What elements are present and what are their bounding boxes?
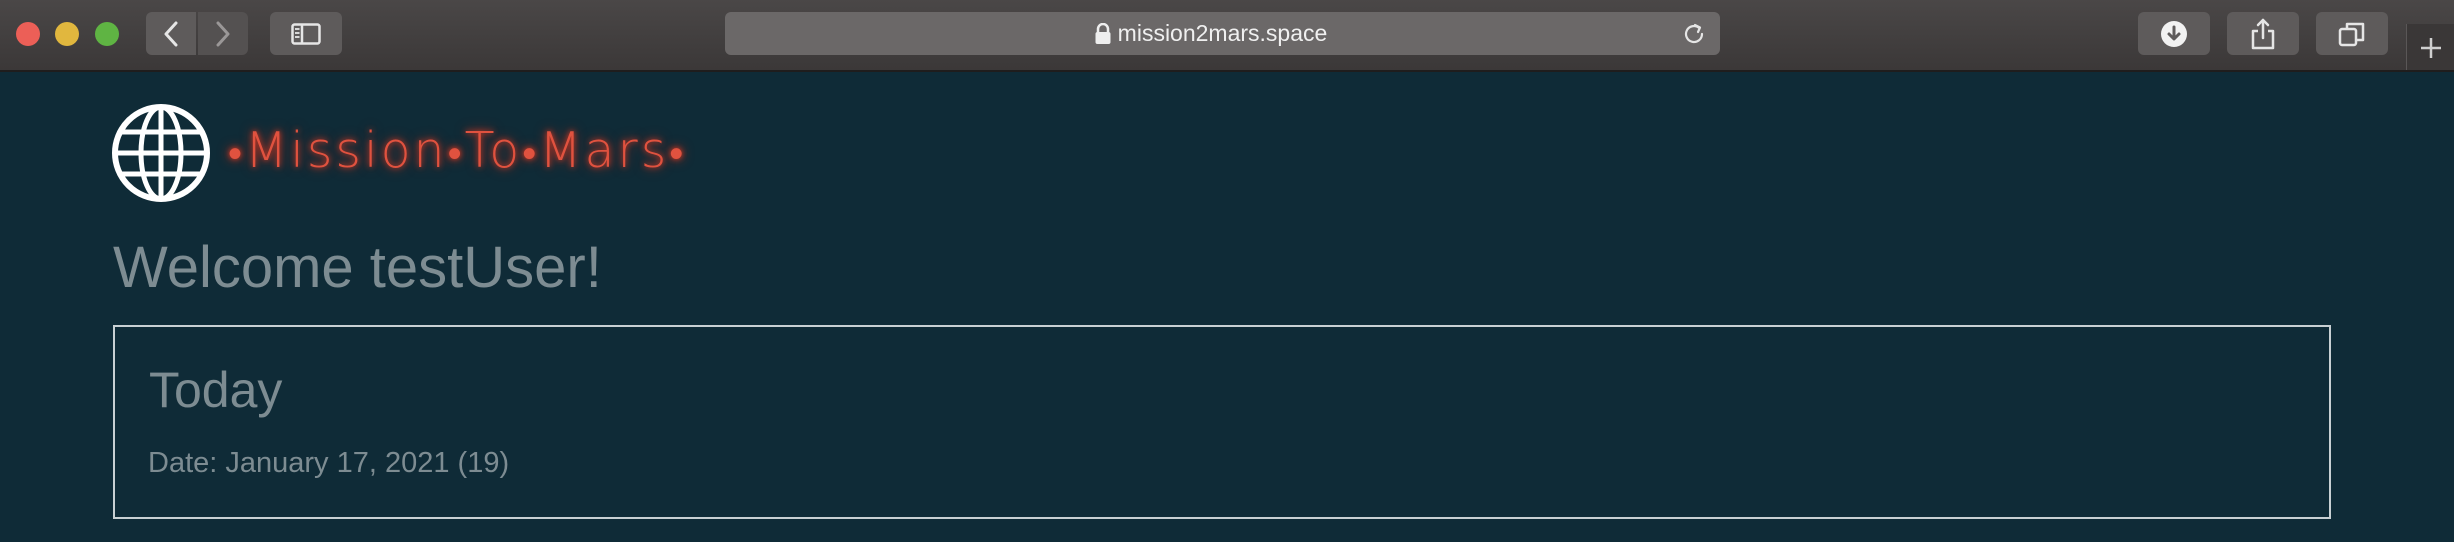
sidebar-toggle-button[interactable]: [270, 12, 342, 55]
downloads-button[interactable]: [2138, 12, 2210, 55]
new-tab-button[interactable]: [2406, 24, 2454, 70]
card-title: Today: [149, 362, 283, 418]
today-card: Today Date: January 17, 2021 (19): [113, 325, 2331, 519]
plus-icon: [2421, 38, 2441, 58]
close-window-button[interactable]: [16, 22, 40, 46]
welcome-heading: Welcome testUser!: [113, 235, 602, 300]
brand-word-mars: Mars: [539, 122, 670, 179]
brand-word-mission: Mission: [245, 122, 448, 179]
share-icon: [2251, 18, 2275, 49]
back-button[interactable]: [146, 12, 196, 55]
forward-button[interactable]: [198, 12, 248, 55]
address-bar[interactable]: mission2mars.space: [725, 12, 1720, 55]
download-icon: [2161, 20, 2187, 47]
brand-logo-text[interactable]: •Mission•To•Mars•: [228, 122, 686, 179]
reload-icon[interactable]: [1682, 22, 1706, 46]
date-text: Date: January 17, 2021 (19): [148, 447, 510, 479]
sidebar-icon: [291, 22, 321, 45]
browser-toolbar: mission2mars.space: [0, 0, 2454, 72]
chevron-left-icon: [164, 21, 178, 46]
url-text: mission2mars.space: [1117, 20, 1328, 46]
page-content: •Mission•To•Mars• Welcome testUser! Toda…: [0, 72, 2454, 542]
globe-icon[interactable]: [110, 102, 212, 204]
brand-word-to: To: [464, 122, 523, 179]
share-button[interactable]: [2227, 12, 2299, 55]
zoom-window-button[interactable]: [95, 22, 119, 46]
chevron-right-icon: [216, 21, 230, 46]
tab-overview-button[interactable]: [2316, 12, 2388, 55]
tabs-overview-icon: [2338, 22, 2365, 46]
minimize-window-button[interactable]: [55, 22, 79, 46]
